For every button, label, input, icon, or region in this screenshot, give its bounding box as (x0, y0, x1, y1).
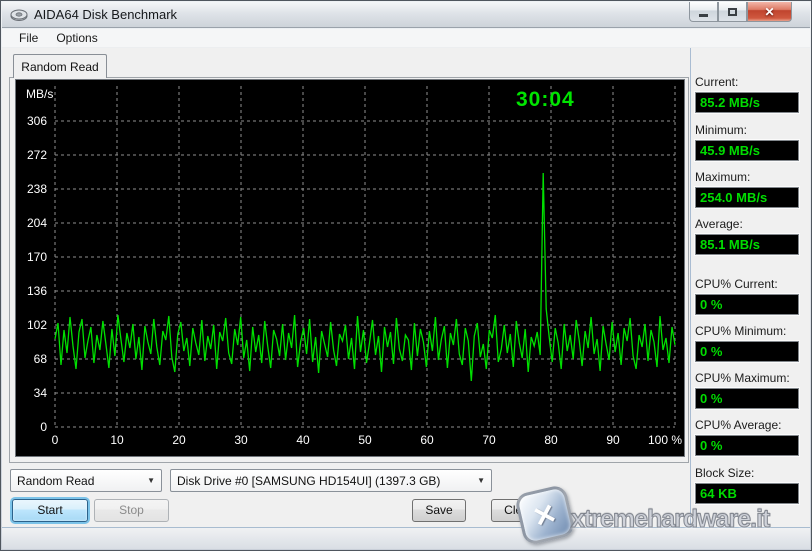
stat-value: 85.2 MB/s (695, 92, 799, 113)
y-axis-unit-label: MB/s (26, 87, 53, 101)
watermark: ✕ xtremehardware.it (513, 483, 811, 549)
stat-cpu-average: CPU% Average: 0 % (695, 418, 801, 456)
stat-label: CPU% Average: (695, 418, 782, 432)
stat-label: Maximum: (695, 170, 751, 184)
menu-options[interactable]: Options (47, 29, 106, 47)
stat-cpu-minimum: CPU% Minimum: 0 % (695, 324, 801, 362)
stop-button[interactable]: Stop (94, 499, 169, 522)
stat-label: Minimum: (695, 123, 748, 137)
x-tick-label: 90 (606, 433, 620, 447)
x-tick-label: 20 (172, 433, 186, 447)
caption-buttons: ✕ (689, 2, 792, 22)
x-tick-label: 30 (234, 433, 248, 447)
menu-bar: File Options (2, 29, 810, 48)
chevron-down-icon: ▼ (477, 476, 485, 485)
y-tick-label: 68 (34, 352, 48, 366)
drive-select[interactable]: Disk Drive #0 [SAMSUNG HD154UI] (1397.3 … (170, 469, 492, 492)
stat-value: 45.9 MB/s (695, 140, 799, 161)
stat-minimum: Minimum: 45.9 MB/s (695, 123, 801, 161)
y-tick-label: 170 (27, 250, 47, 264)
benchmark-type-value: Random Read (17, 473, 95, 488)
benchmark-line (54, 172, 676, 382)
drive-select-value: Disk Drive #0 [SAMSUNG HD154UI] (1397.3 … (177, 473, 441, 488)
stat-cpu-current: CPU% Current: 0 % (695, 277, 801, 315)
y-tick-label: 238 (27, 182, 47, 196)
stat-cpu-maximum: CPU% Maximum: 0 % (695, 371, 801, 409)
elapsed-time: 30:04 (516, 88, 575, 111)
sidebar-divider (690, 48, 691, 529)
y-tick-label: 102 (27, 318, 47, 332)
y-tick-label: 204 (27, 216, 47, 230)
y-tick-label: 272 (27, 148, 47, 162)
x-glyph-icon: ✕ (529, 496, 561, 534)
stat-label: Block Size: (695, 466, 755, 480)
title-bar[interactable]: AIDA64 Disk Benchmark ✕ (2, 2, 810, 28)
x-tick-label: 70 (482, 433, 496, 447)
stat-value: 0 % (695, 341, 799, 362)
benchmark-chart-svg: 306 272 238 204 170 136 102 68 34 0 MB/s 0 10 20 30 40 5… (26, 86, 682, 447)
maximize-button[interactable] (718, 2, 747, 22)
stat-label: CPU% Current: (695, 277, 778, 291)
minimize-icon (699, 14, 708, 17)
watermark-text: xtremehardware.it (570, 504, 770, 533)
stat-label: Current: (695, 75, 739, 89)
close-icon: ✕ (764, 4, 775, 19)
x-tick-label: 60 (420, 433, 434, 447)
stat-label: CPU% Minimum: (695, 324, 787, 338)
stat-value: 0 % (695, 294, 799, 315)
y-tick-label: 306 (27, 114, 47, 128)
stat-value: 85.1 MB/s (695, 234, 799, 255)
chevron-down-icon: ▼ (147, 476, 155, 485)
window-title: AIDA64 Disk Benchmark (34, 7, 178, 22)
tab-random-read[interactable]: Random Read (13, 54, 107, 78)
x-tick-label: 40 (296, 433, 310, 447)
benchmark-type-select[interactable]: Random Read ▼ (10, 469, 162, 492)
stat-label: Average: (695, 217, 743, 231)
close-button[interactable]: ✕ (747, 2, 792, 22)
x-tick-label: 10 (110, 433, 124, 447)
benchmark-chart: 306 272 238 204 170 136 102 68 34 0 MB/s 0 10 20 30 40 5… (15, 79, 685, 457)
x-tick-label: 50 (358, 433, 372, 447)
stat-average: Average: 85.1 MB/s (695, 217, 801, 255)
save-button[interactable]: Save (412, 499, 466, 522)
tab-page: 306 272 238 204 170 136 102 68 34 0 MB/s 0 10 20 30 40 5… (9, 77, 689, 463)
stat-current: Current: 85.2 MB/s (695, 75, 801, 113)
stat-value: 0 % (695, 388, 799, 409)
minimize-button[interactable] (689, 2, 718, 22)
xtremehardware-logo-icon: ✕ (513, 483, 577, 547)
menu-file[interactable]: File (10, 29, 47, 47)
app-window: AIDA64 Disk Benchmark ✕ File Options Ran… (0, 0, 812, 551)
x-tick-label: 80 (544, 433, 558, 447)
x-tick-label: 0 (52, 433, 59, 447)
y-tick-label: 34 (34, 386, 48, 400)
stats-sidebar: Current: 85.2 MB/s Minimum: 45.9 MB/s Ma… (695, 48, 807, 529)
stat-label: CPU% Maximum: (695, 371, 790, 385)
stat-maximum: Maximum: 254.0 MB/s (695, 170, 801, 208)
stat-value: 0 % (695, 435, 799, 456)
disk-icon (10, 9, 28, 21)
y-tick-label: 136 (27, 284, 47, 298)
y-tick-label: 0 (40, 420, 47, 434)
x-tick-label: 100 % (648, 433, 682, 447)
start-button[interactable]: Start (12, 499, 88, 522)
stat-value: 254.0 MB/s (695, 187, 799, 208)
maximize-icon (728, 7, 737, 16)
client-area: Random Read 306 272 238 204 170 136 102 68 34 0 MB… (2, 48, 810, 529)
